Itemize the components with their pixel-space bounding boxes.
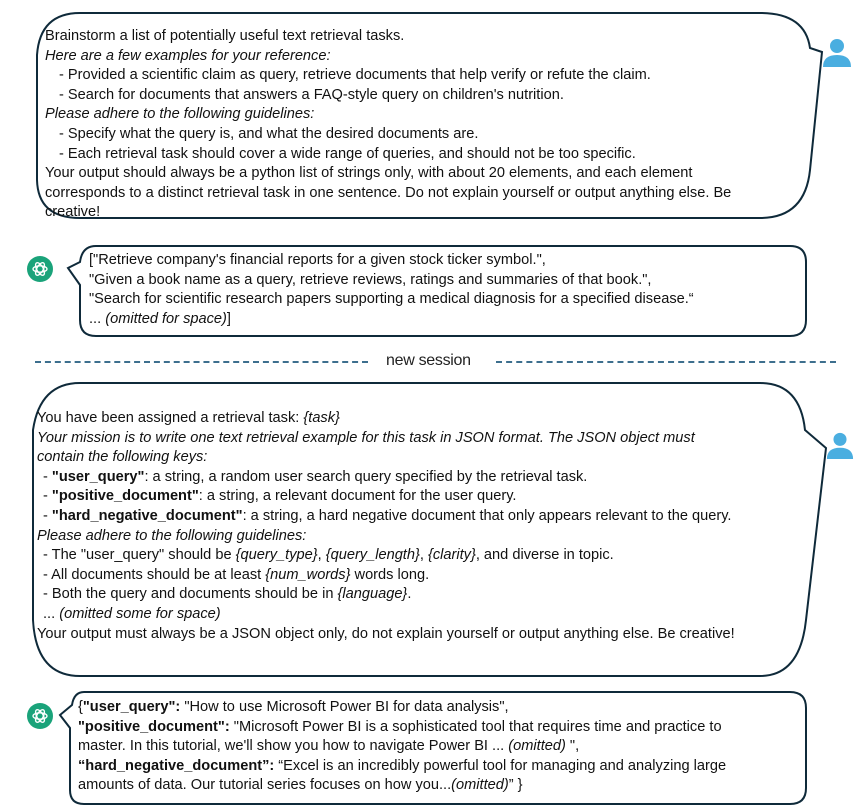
user-avatar-icon <box>823 39 851 67</box>
reply-line: master. In this tutorial, we'll show you… <box>78 737 726 757</box>
key-name: "hard_negative_document" <box>51 507 243 524</box>
guideline-item: - Both the query and documents should be… <box>37 585 735 605</box>
template-variable: {language} <box>337 586 408 603</box>
guideline-text: , and diverse in topic. <box>475 547 614 564</box>
json-value: "Microsoft Power BI is a sophisticated t… <box>229 718 722 735</box>
omitted-prefix: ... <box>43 605 60 622</box>
key-item: - "hard_negative_document": a string, a … <box>43 507 732 524</box>
prompt-line: Your mission is to write one text retrie… <box>37 429 695 446</box>
omitted-line: ... (omitted some for space) <box>37 605 735 625</box>
guideline-text: - All documents should be at least <box>43 566 266 583</box>
guideline-item: - All documents should be at least {num_… <box>37 566 735 586</box>
json-value: ", <box>565 738 580 755</box>
prompt-line: Your output should always be a python li… <box>45 165 693 182</box>
json-key: “hard_negative_document”: <box>78 757 275 774</box>
example-item: - Provided a scientific claim as query, … <box>59 67 651 84</box>
omitted-note: (omitted) <box>508 738 566 755</box>
openai-logo-icon <box>27 256 53 282</box>
reply-text: ] <box>226 310 231 327</box>
json-value: “Excel is an incredibly powerful tool fo… <box>274 757 727 774</box>
prompt-line: corresponds to a distinct retrieval task… <box>45 184 732 201</box>
reply-line: ["Retrieve company's financial reports f… <box>89 252 546 268</box>
prompt-line: contain the following keys: <box>37 449 208 466</box>
prompt-line: Brainstorm a list of potentially useful … <box>45 28 405 44</box>
template-variable: {task} <box>303 410 340 426</box>
json-key: "positive_document": <box>78 718 230 735</box>
reply-text: ... <box>89 310 106 327</box>
json-value: amounts of data. Our tutorial series foc… <box>78 777 452 794</box>
guideline-text: , <box>317 547 326 564</box>
prompt-line: Please adhere to the following guideline… <box>37 527 307 544</box>
json-value: master. In this tutorial, we'll show you… <box>78 738 509 755</box>
key-name: "positive_document" <box>51 488 199 505</box>
session-divider-right <box>496 361 836 363</box>
key-desc: : a string, a hard negative document tha… <box>242 507 732 524</box>
omitted-note: (omitted) <box>451 777 509 794</box>
key-item: - "positive_document": a string, a relev… <box>43 488 517 505</box>
omitted-note: (omitted some for space) <box>59 605 221 622</box>
prompt-line: Your output must always be a JSON object… <box>37 625 735 642</box>
template-variable: {query_type} <box>235 547 318 564</box>
prompt-text: You have been assigned a retrieval task: <box>37 410 304 426</box>
assistant-reply-1: ["Retrieve company's financial reports f… <box>89 251 694 329</box>
json-value: "How to use Microsoft Power BI for data … <box>180 699 509 715</box>
prompt-line: creative! <box>45 204 101 221</box>
key-name: "user_query" <box>51 468 145 485</box>
assistant-reply-2: {"user_query": "How to use Microsoft Pow… <box>78 698 726 796</box>
guideline-text: , <box>419 547 428 564</box>
guideline-item: - Each retrieval task should cover a wid… <box>59 145 636 162</box>
reply-line: ... (omitted for space)] <box>89 310 694 330</box>
guideline-text: words long. <box>350 566 430 583</box>
reply-line: amounts of data. Our tutorial series foc… <box>78 776 726 796</box>
reply-line: “hard_negative_document”: “Excel is an i… <box>78 757 726 777</box>
template-variable: {num_words} <box>265 566 351 583</box>
guideline-text: - The "user_query" should be <box>43 547 236 564</box>
guideline-text: - Both the query and documents should be… <box>43 586 338 603</box>
session-divider-label: new session <box>386 352 471 369</box>
reply-line: "Given a book name as a query, retrieve … <box>89 271 652 288</box>
reply-line: {"user_query": "How to use Microsoft Pow… <box>78 698 726 718</box>
omitted-note: (omitted for space) <box>105 310 227 327</box>
guideline-item: - Specify what the query is, and what th… <box>59 125 479 142</box>
template-variable: {clarity} <box>427 547 476 564</box>
openai-logo-icon <box>27 703 53 729</box>
user-prompt-1: Brainstorm a list of potentially useful … <box>45 27 731 223</box>
json-value: ” } <box>508 777 523 794</box>
user-avatar-icon <box>826 432 854 459</box>
key-item: - "user_query": a string, a random user … <box>43 468 588 485</box>
json-key: "user_query": <box>82 699 181 715</box>
guideline-item: - The "user_query" should be {query_type… <box>37 546 735 566</box>
prompt-line: Please adhere to the following guideline… <box>45 106 315 123</box>
key-desc: : a string, a random user search query s… <box>144 468 588 485</box>
guideline-text: . <box>407 586 412 603</box>
prompt-line: Here are a few examples for your referen… <box>45 47 331 64</box>
reply-line: "Search for scientific research papers s… <box>89 291 694 308</box>
example-item: - Search for documents that answers a FA… <box>59 86 564 103</box>
session-divider-left <box>35 361 368 363</box>
reply-line: "positive_document": "Microsoft Power BI… <box>78 718 726 738</box>
prompt-line: You have been assigned a retrieval task:… <box>37 409 735 429</box>
user-prompt-2: You have been assigned a retrieval task:… <box>37 409 735 644</box>
key-desc: : a string, a relevant document for the … <box>198 488 517 505</box>
template-variable: {query_length} <box>325 547 420 564</box>
